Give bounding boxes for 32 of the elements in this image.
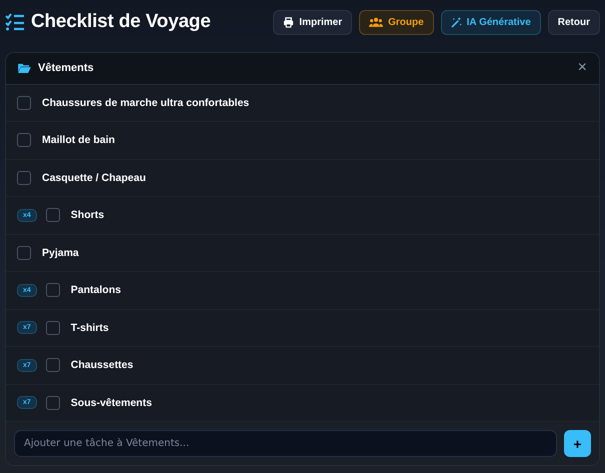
printer-icon <box>283 16 294 28</box>
checkbox[interactable] <box>46 320 60 335</box>
add-button[interactable]: + <box>564 430 591 457</box>
ai-button[interactable]: IA Générative <box>440 10 541 34</box>
checkbox[interactable] <box>17 133 31 148</box>
checkbox[interactable] <box>17 246 31 260</box>
item-label: T-shirts <box>70 322 109 334</box>
close-button[interactable]: × <box>578 60 587 76</box>
print-button[interactable]: Imprimer <box>273 10 352 34</box>
magic-wand-icon <box>450 16 462 28</box>
task-input[interactable]: Ajouter une tâche à Vêtements... <box>14 430 557 457</box>
page-title: Checklist de Voyage <box>31 11 211 33</box>
checkbox[interactable] <box>46 358 60 372</box>
checkbox[interactable] <box>46 283 60 298</box>
group-button[interactable]: Groupe <box>359 10 434 34</box>
people-icon <box>369 17 384 27</box>
checklist-icon <box>5 13 25 31</box>
checkbox[interactable] <box>46 396 60 410</box>
category-title: Vêtements <box>38 62 95 74</box>
checkbox[interactable] <box>46 208 60 222</box>
checkbox[interactable] <box>17 170 31 185</box>
item-label: Chaussures de marche ultra confortables <box>42 96 250 109</box>
item-label: Maillot de bain <box>42 134 115 146</box>
back-button[interactable]: Retour <box>548 10 600 34</box>
item-label: Pantalons <box>70 284 121 296</box>
item-label: Pyjama <box>42 246 79 259</box>
item-label: Chaussettes <box>70 359 134 372</box>
checkbox[interactable] <box>17 96 31 110</box>
item-label: Sous-vêtements <box>70 396 152 409</box>
item-label: Shorts <box>70 209 104 222</box>
item-label: Casquette / Chapeau <box>42 172 146 184</box>
folder-icon <box>18 63 31 74</box>
